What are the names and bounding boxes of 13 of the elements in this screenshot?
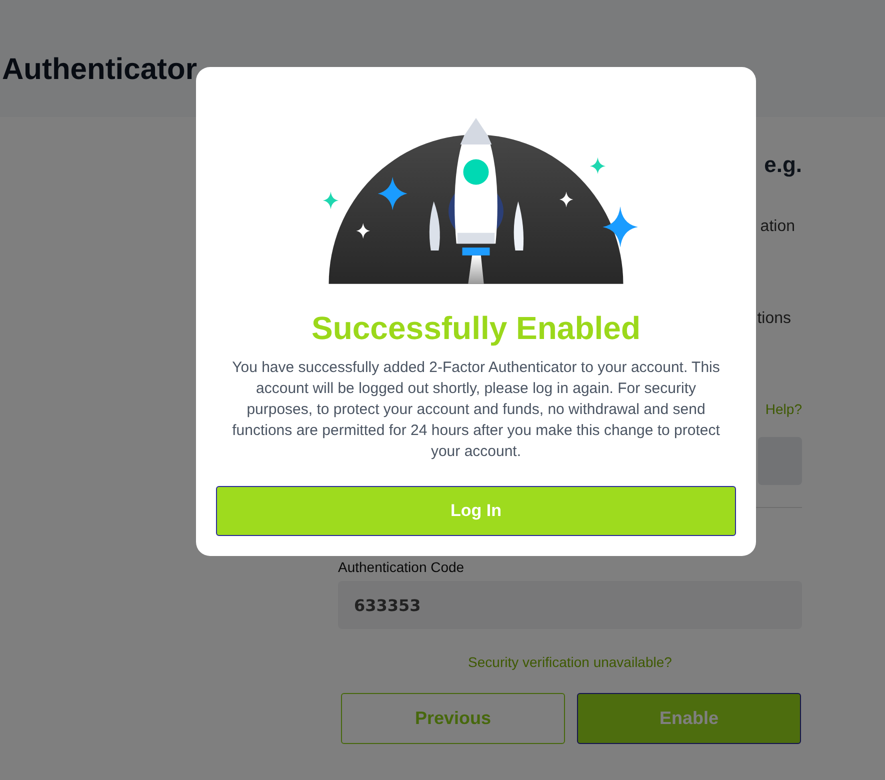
previous-button[interactable]: Previous — [341, 693, 565, 744]
code-field[interactable]: 633353 — [338, 581, 802, 629]
enable-button[interactable]: Enable — [577, 693, 801, 744]
section-heading: e.g. — [764, 152, 802, 178]
field-label: Authentication Code — [338, 559, 466, 575]
login-button[interactable]: Log In — [216, 486, 736, 536]
dialog-message: You have successfully added 2-Factor Authenticator to your account. This account will be logged out shortly, please log in again. For security purposes, to protect your account and funds, no withdrawal and send functions are permitted for 24 hours after you make this change to protect your account. — [231, 358, 721, 462]
help-link[interactable]: Help? — [765, 401, 802, 417]
option-text: ation — [760, 218, 795, 236]
dialog-title: Successfully Enabled — [311, 310, 640, 347]
page-title: Authenticator — [2, 53, 197, 87]
option-text: tions — [757, 310, 791, 328]
unavailable-link[interactable]: Security verification unavailable? — [338, 654, 802, 670]
